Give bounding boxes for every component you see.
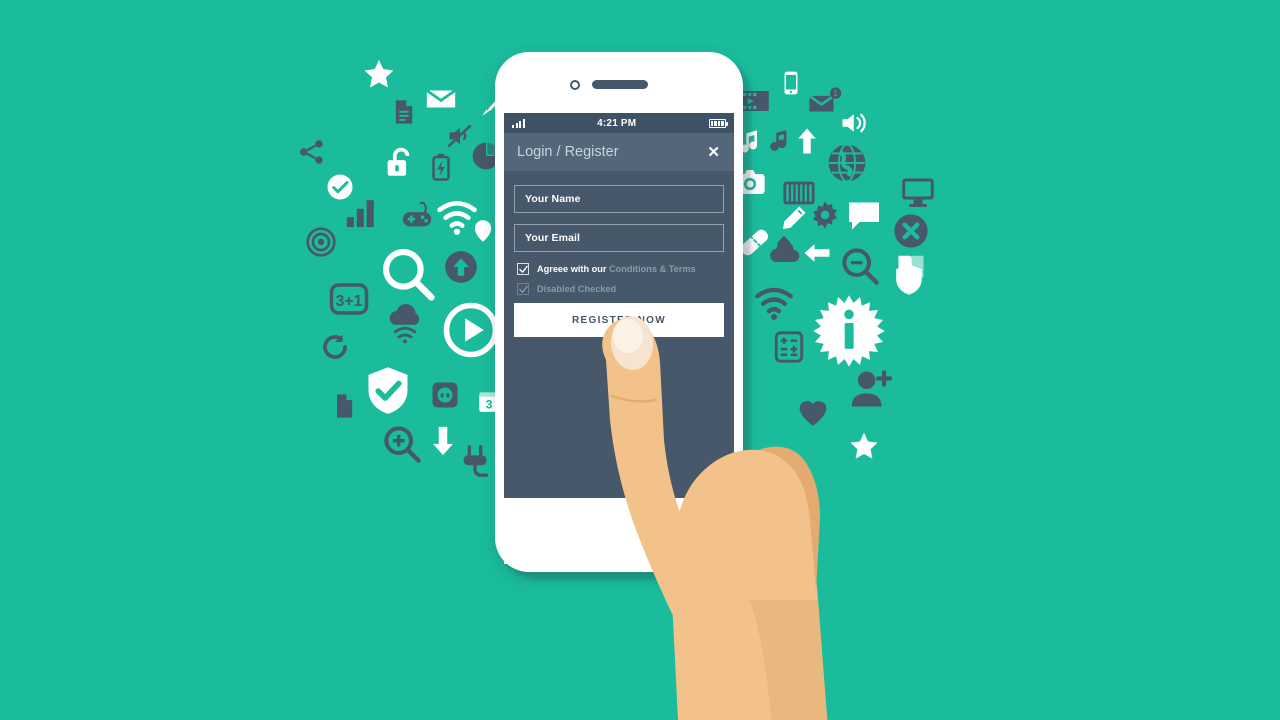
bar-chart-icon xyxy=(344,196,378,230)
status-bar: 4:21 PM xyxy=(504,113,734,133)
zoom-out-icon xyxy=(840,246,880,286)
globe-icon xyxy=(826,142,868,184)
close-icon[interactable]: ✕ xyxy=(706,143,721,162)
gear-icon xyxy=(810,200,840,230)
earpiece-speaker-icon xyxy=(592,80,648,89)
shield-check-icon xyxy=(362,364,414,416)
speaker-volume-icon xyxy=(840,108,870,138)
your-name-field[interactable]: Your Name xyxy=(514,185,724,213)
your-name-value: Your Name xyxy=(525,193,581,205)
star-icon xyxy=(362,57,396,91)
disabled-checked-label-bold: Disabled Checked xyxy=(537,283,617,294)
disabled-checked-checkbox xyxy=(517,283,529,295)
power-socket-icon xyxy=(430,380,460,410)
page-title: Login / Register xyxy=(517,144,619,160)
conditions-terms-link[interactable]: Conditions & Terms xyxy=(609,264,696,274)
dialog-title-bar: Login / Register ✕ xyxy=(504,133,734,171)
document-icon xyxy=(390,98,418,126)
hand-holding-phone xyxy=(560,300,880,720)
plug-icon xyxy=(458,444,492,478)
cloud-upload-icon xyxy=(766,232,802,268)
share-nodes-icon xyxy=(298,138,326,166)
svg-text:3: 3 xyxy=(486,398,493,412)
download-arrow-icon xyxy=(426,424,460,458)
arrow-left-icon xyxy=(802,238,832,268)
x-circle-icon xyxy=(892,212,930,250)
svg-text:3+1: 3+1 xyxy=(336,293,363,310)
svg-text:1: 1 xyxy=(833,88,838,98)
disabled-checked-label: Disabled Checked xyxy=(537,284,616,294)
arrow-up-circle-icon xyxy=(442,248,480,286)
monitor-icon xyxy=(900,174,936,210)
battery-icon xyxy=(708,118,728,128)
target-icon xyxy=(305,226,337,258)
your-email-value: Your Email xyxy=(525,232,581,244)
check-icon xyxy=(518,265,528,273)
gamepad-icon xyxy=(400,198,434,232)
zoom-in-icon xyxy=(382,424,422,464)
calculator-badge-3plus1-icon: 3+1 xyxy=(328,278,370,320)
agree-terms-row[interactable]: Agreee with our Conditions & Terms xyxy=(514,263,724,275)
battery-bolt-icon xyxy=(426,152,456,182)
search-icon xyxy=(380,246,436,302)
envelope-badge-icon: 1 xyxy=(808,86,842,120)
envelope-icon xyxy=(424,82,458,116)
cloud-signal-icon xyxy=(384,302,426,344)
your-email-field[interactable]: Your Email xyxy=(514,224,724,252)
illustration-canvas: 3+1 3 1 4:21 PM Login / Register ✕ Your … xyxy=(0,0,1280,720)
signal-bars-icon xyxy=(512,118,525,128)
music-note-icon xyxy=(768,128,794,154)
check-icon xyxy=(518,285,528,293)
shield-icon xyxy=(892,262,926,296)
agree-terms-checkbox[interactable] xyxy=(517,263,529,275)
status-time: 4:21 PM xyxy=(597,117,637,129)
disabled-checked-row: Disabled Checked xyxy=(514,283,724,295)
pencil-icon xyxy=(778,204,808,234)
play-circle-icon xyxy=(443,302,499,358)
chat-bubble-icon xyxy=(846,198,882,234)
smartphone-icon xyxy=(778,70,804,96)
agree-terms-label: Agreee with our Conditions & Terms xyxy=(537,264,696,274)
file-icon xyxy=(330,392,358,420)
refresh-icon xyxy=(320,332,350,362)
front-camera-icon xyxy=(570,80,580,90)
unlock-icon xyxy=(382,146,416,180)
arrow-up-icon xyxy=(792,126,822,156)
location-pin-icon xyxy=(470,218,496,244)
agree-terms-label-bold: Agreee with our xyxy=(537,263,607,274)
